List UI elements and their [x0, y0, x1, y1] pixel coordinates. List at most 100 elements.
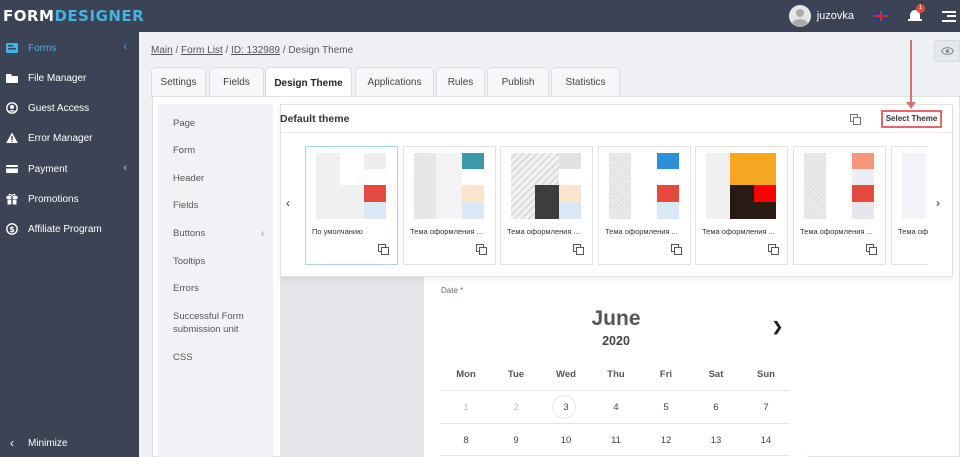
- calendar-year: 2020: [602, 334, 630, 348]
- tab-applications[interactable]: Applications: [355, 67, 434, 97]
- copy-icon[interactable]: [378, 244, 389, 255]
- sidebar-item-forms[interactable]: Forms ‹: [0, 33, 139, 63]
- chevron-left-icon: ‹: [123, 162, 127, 174]
- weekday-label: Fri: [659, 369, 673, 380]
- date-field-label: Date *: [441, 286, 464, 295]
- theme-card[interactable]: Тема оф: [891, 146, 928, 265]
- copy-icon[interactable]: [671, 244, 682, 255]
- minimize-button[interactable]: ‹ Minimize: [0, 428, 139, 457]
- submenu-item-form[interactable]: Form: [173, 144, 195, 157]
- calendar-day[interactable]: 12: [641, 435, 691, 446]
- copy-icon[interactable]: [866, 244, 877, 255]
- next-month-button[interactable]: ❯: [772, 319, 783, 335]
- weekday-label: Sat: [708, 369, 724, 380]
- copy-icon[interactable]: [476, 244, 487, 255]
- calendar-day[interactable]: 3: [541, 402, 591, 413]
- calendar-day[interactable]: 6: [691, 402, 741, 413]
- notification-badge: 1: [916, 4, 925, 13]
- theme-card-default[interactable]: По умолчанию: [305, 146, 398, 265]
- tab-publish[interactable]: Publish: [487, 67, 549, 97]
- tab-fields[interactable]: Fields: [209, 67, 264, 97]
- submenu-item-errors[interactable]: Errors: [173, 282, 199, 295]
- sidebar-item-affiliate-program[interactable]: $ Affiliate Program: [0, 214, 139, 244]
- breadcrumb-main[interactable]: Main: [151, 45, 173, 56]
- theme-card-label: Тема оф: [898, 227, 928, 236]
- calendar-day[interactable]: 9: [491, 435, 541, 446]
- theme-card-label: Тема оформления ...: [800, 227, 873, 236]
- tab-statistics[interactable]: Statistics: [551, 67, 620, 97]
- submenu-item-successful-submission[interactable]: Successful Form submission unit: [173, 310, 258, 336]
- warning-icon: [6, 132, 18, 144]
- sidebar-item-label: Promotions: [28, 193, 79, 205]
- design-submenu: Page Form Header Fields Buttons Tooltips…: [158, 104, 273, 457]
- chevron-left-icon: ‹: [261, 228, 265, 239]
- calendar-day[interactable]: 4: [591, 402, 641, 413]
- weekday-label: Wed: [556, 369, 576, 380]
- theme-card[interactable]: Тема оформления ...: [695, 146, 788, 265]
- sidebar-item-promotions[interactable]: Promotions: [0, 184, 139, 214]
- avatar[interactable]: [788, 5, 811, 27]
- submenu-item-css[interactable]: CSS: [173, 351, 193, 364]
- calendar-day[interactable]: 5: [641, 402, 691, 413]
- minimize-label: Minimize: [28, 437, 68, 449]
- logo-part-designer: DESIGNER: [54, 7, 145, 25]
- calendar-day[interactable]: 14: [741, 435, 791, 446]
- sidebar-item-guest-access[interactable]: Guest Access: [0, 93, 139, 123]
- folder-icon: [6, 72, 18, 84]
- sidebar-item-label: File Manager: [28, 72, 87, 84]
- theme-card-label: Тема оформления ...: [507, 227, 580, 236]
- tab-design-theme[interactable]: Design Theme: [265, 67, 352, 98]
- theme-card[interactable]: Тема оформления ...: [793, 146, 886, 265]
- theme-card[interactable]: Тема оформления ...: [500, 146, 593, 265]
- theme-card[interactable]: Тема оформления ...: [598, 146, 691, 265]
- theme-card-label: Тема оформления ...: [605, 227, 678, 236]
- submenu-item-header[interactable]: Header: [173, 172, 204, 185]
- app-logo[interactable]: FORM DESIGNER: [3, 7, 144, 25]
- carousel-prev-button[interactable]: ‹: [286, 196, 290, 210]
- calendar-day[interactable]: 13: [691, 435, 741, 446]
- calendar-day[interactable]: 8: [441, 435, 491, 446]
- menu-icon[interactable]: [942, 10, 956, 22]
- calendar-day: 1: [463, 402, 469, 413]
- sidebar-item-error-manager[interactable]: Error Manager: [0, 123, 139, 153]
- carousel-next-button[interactable]: ›: [936, 196, 940, 210]
- sidebar-item-label: Guest Access: [28, 102, 90, 114]
- tab-settings[interactable]: Settings: [151, 67, 206, 97]
- tab-rules[interactable]: Rules: [436, 67, 485, 97]
- submenu-item-buttons[interactable]: Buttons: [173, 227, 205, 240]
- svg-text:$: $: [9, 225, 15, 234]
- theme-title: Default theme: [280, 113, 350, 125]
- copy-icon[interactable]: [768, 244, 779, 255]
- language-flag-icon[interactable]: [874, 11, 888, 21]
- calendar-day[interactable]: 7: [741, 402, 791, 413]
- calendar-day[interactable]: 10: [541, 435, 591, 446]
- submenu-item-page[interactable]: Page: [173, 117, 195, 130]
- theme-card[interactable]: Тема оформления ...: [403, 146, 496, 265]
- copy-icon[interactable]: [850, 114, 861, 128]
- sidebar-item-label: Forms: [28, 42, 57, 54]
- dollar-icon: $: [6, 223, 18, 235]
- username[interactable]: juzovka: [817, 10, 854, 22]
- copy-icon[interactable]: [573, 244, 584, 255]
- select-theme-button[interactable]: Select Theme: [881, 110, 942, 128]
- weekday-label: Mon: [456, 369, 476, 380]
- theme-carousel: По умолчанию Тема оформления ... Тема оф…: [304, 146, 928, 266]
- breadcrumb-form-id[interactable]: ID: 132989: [231, 45, 280, 56]
- weekday-label: Tue: [507, 369, 525, 380]
- preview-toggle-button[interactable]: [934, 40, 960, 62]
- forms-icon: [6, 42, 18, 54]
- calendar-day: 2: [513, 402, 519, 413]
- sidebar-item-file-manager[interactable]: File Manager: [0, 63, 139, 93]
- breadcrumb-form-list[interactable]: Form List: [181, 45, 223, 56]
- sidebar: Forms ‹ File Manager Guest Access Error …: [0, 32, 139, 457]
- breadcrumb-separator: /: [172, 45, 182, 56]
- bell-icon[interactable]: 1: [908, 4, 925, 23]
- theme-card-label: Тема оформления ...: [702, 227, 775, 236]
- annotation-arrow: [910, 40, 912, 104]
- sidebar-item-payment[interactable]: Payment ‹: [0, 154, 139, 184]
- calendar-day[interactable]: 11: [591, 435, 641, 446]
- user-circle-icon: [6, 102, 18, 114]
- submenu-item-fields[interactable]: Fields: [173, 199, 198, 212]
- breadcrumb-current: Design Theme: [288, 45, 354, 56]
- submenu-item-tooltips[interactable]: Tooltips: [173, 255, 205, 268]
